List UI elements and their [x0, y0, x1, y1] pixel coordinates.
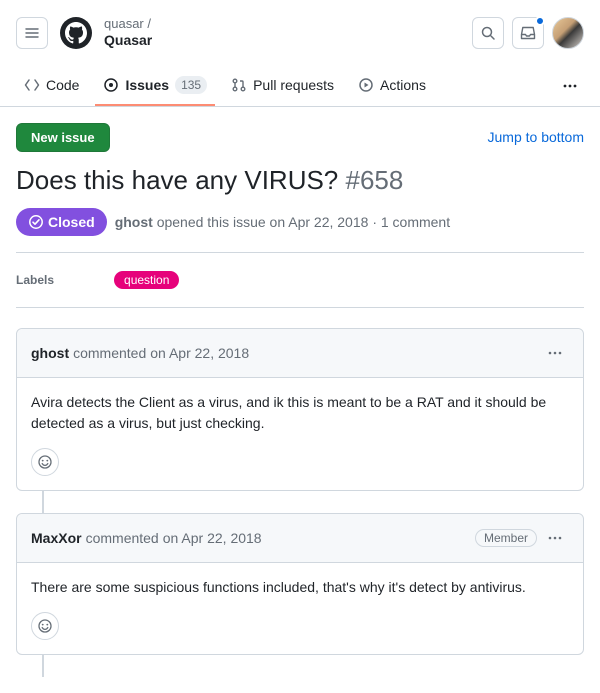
- tab-code[interactable]: Code: [16, 67, 87, 105]
- tab-pulls-label: Pull requests: [253, 77, 334, 93]
- user-avatar[interactable]: [552, 17, 584, 49]
- issue-state-text: Closed: [48, 214, 95, 230]
- author-role-badge: Member: [475, 529, 537, 547]
- tabs-overflow-button[interactable]: [556, 72, 584, 100]
- comment-author[interactable]: ghost: [31, 345, 69, 361]
- repo-name[interactable]: Quasar: [104, 32, 152, 50]
- comment-body: Avira detects the Client as a virus, and…: [17, 378, 583, 448]
- kebab-icon: [562, 78, 578, 94]
- comment-actions-button[interactable]: [541, 339, 569, 367]
- comment-date[interactable]: on Apr 22, 2018: [150, 345, 249, 361]
- repo-tabs: Code Issues 135 Pull requests Actions: [0, 66, 600, 107]
- pull-request-icon: [231, 77, 247, 93]
- issue-number: #658: [346, 165, 404, 195]
- menu-button[interactable]: [16, 17, 48, 49]
- play-icon: [358, 77, 374, 93]
- repo-breadcrumb[interactable]: quasar / Quasar: [104, 16, 152, 50]
- issue-meta-row: Closed ghost opened this issue on Apr 22…: [16, 208, 584, 253]
- comment-actions-button[interactable]: [541, 524, 569, 552]
- tab-issues-label: Issues: [125, 77, 169, 93]
- comment-header: MaxXor commented on Apr 22, 2018 Member: [17, 514, 583, 563]
- issue-state-badge: Closed: [16, 208, 107, 236]
- add-reaction-button[interactable]: [31, 448, 59, 476]
- labels-heading: Labels: [16, 273, 54, 287]
- comment-header: ghost commented on Apr 22, 2018: [17, 329, 583, 378]
- issue-opened-verb: opened this issue: [157, 214, 266, 230]
- kebab-icon: [547, 345, 563, 361]
- kebab-icon: [547, 530, 563, 546]
- jump-to-bottom-link[interactable]: Jump to bottom: [488, 129, 585, 145]
- issue-opened-date: on Apr 22, 2018: [270, 214, 369, 230]
- issue-icon: [103, 77, 119, 93]
- issue-title: Does this have any VIRUS? #658: [16, 164, 584, 197]
- comment-body: There are some suspicious functions incl…: [17, 563, 583, 612]
- issue-container: New issue Jump to bottom Does this have …: [0, 107, 600, 693]
- code-icon: [24, 77, 40, 93]
- search-button[interactable]: [472, 17, 504, 49]
- comment: ghost commented on Apr 22, 2018 Avira de…: [16, 328, 584, 491]
- timeline-connector: [42, 491, 44, 513]
- add-reaction-button[interactable]: [31, 612, 59, 640]
- issue-byline: ghost opened this issue on Apr 22, 2018 …: [115, 214, 450, 230]
- repo-owner[interactable]: quasar /: [104, 16, 152, 32]
- comment-date[interactable]: on Apr 22, 2018: [163, 530, 262, 546]
- issue-author[interactable]: ghost: [115, 214, 153, 230]
- search-icon: [480, 25, 496, 41]
- inbox-icon: [520, 25, 536, 41]
- comment-verb: commented: [73, 345, 146, 361]
- notification-dot-icon: [535, 16, 545, 26]
- tab-issues-count: 135: [175, 76, 207, 94]
- labels-row: Labels question: [16, 253, 584, 308]
- tab-actions-label: Actions: [380, 77, 426, 93]
- issue-comment-count: · 1 comment: [372, 214, 450, 230]
- notifications-button[interactable]: [512, 17, 544, 49]
- tab-code-label: Code: [46, 77, 79, 93]
- label-question[interactable]: question: [114, 271, 179, 289]
- comment-verb: commented: [86, 530, 159, 546]
- new-issue-button[interactable]: New issue: [16, 123, 110, 152]
- timeline-connector: [42, 655, 44, 677]
- tab-actions[interactable]: Actions: [350, 67, 434, 105]
- github-mark-icon: [65, 22, 87, 44]
- top-bar: quasar / Quasar: [0, 0, 600, 66]
- github-logo[interactable]: [60, 17, 92, 49]
- hamburger-icon: [24, 25, 40, 41]
- smiley-icon: [37, 454, 53, 470]
- closed-check-icon: [28, 214, 44, 230]
- comment: MaxXor commented on Apr 22, 2018 Member …: [16, 513, 584, 655]
- smiley-icon: [37, 618, 53, 634]
- tab-issues[interactable]: Issues 135: [95, 66, 215, 106]
- tab-pull-requests[interactable]: Pull requests: [223, 67, 342, 105]
- comment-author[interactable]: MaxXor: [31, 530, 82, 546]
- timeline: ghost commented on Apr 22, 2018 Avira de…: [16, 328, 584, 677]
- issue-title-text: Does this have any VIRUS?: [16, 165, 338, 195]
